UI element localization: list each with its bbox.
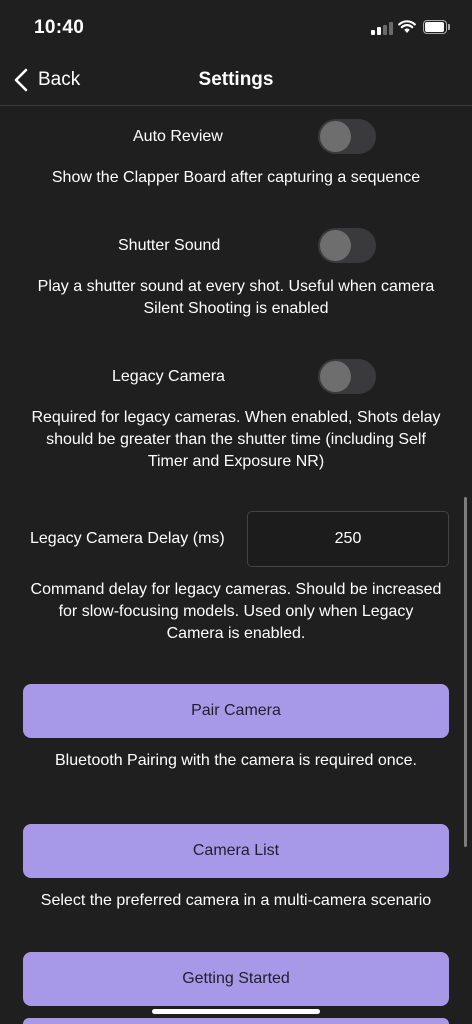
- legacy-camera-delay-input[interactable]: 250: [247, 511, 449, 567]
- pair-camera-button[interactable]: Pair Camera: [23, 684, 449, 738]
- status-time: 10:40: [34, 17, 85, 38]
- battery-icon: [423, 20, 450, 34]
- scrollbar[interactable]: [464, 497, 467, 847]
- camera-list-button[interactable]: Camera List: [23, 824, 449, 878]
- auto-review-toggle[interactable]: [318, 119, 376, 154]
- auto-review-description: Show the Clapper Board after capturing a…: [51, 169, 421, 186]
- shutter-sound-toggle[interactable]: [318, 228, 376, 263]
- legacy-camera-toggle[interactable]: [318, 359, 376, 394]
- auto-review-label: Auto Review: [133, 128, 223, 145]
- status-bar: 10:40: [0, 0, 472, 56]
- wifi-icon: [398, 20, 416, 33]
- navigation-bar: Back Settings: [0, 56, 472, 106]
- legacy-camera-label: Legacy Camera: [112, 368, 225, 385]
- legacy-camera-delay-description: Command delay for legacy cameras. Should…: [30, 581, 442, 642]
- getting-started-button[interactable]: Getting Started: [23, 952, 449, 1006]
- legacy-camera-delay-label: Legacy Camera Delay (ms): [30, 530, 225, 547]
- camera-list-description: Select the preferred camera in a multi-c…: [40, 892, 432, 909]
- legacy-camera-description: Required for legacy cameras. When enable…: [31, 409, 441, 470]
- page-title: Settings: [198, 69, 274, 90]
- pair-camera-description: Bluetooth Pairing with the camera is req…: [55, 752, 417, 769]
- shutter-sound-description: Play a shutter sound at every shot. Usef…: [37, 278, 435, 317]
- shutter-sound-label: Shutter Sound: [118, 237, 221, 254]
- cellular-signal-icon: [371, 22, 393, 35]
- next-button-partial[interactable]: [23, 1018, 449, 1024]
- home-indicator[interactable]: [152, 1009, 320, 1014]
